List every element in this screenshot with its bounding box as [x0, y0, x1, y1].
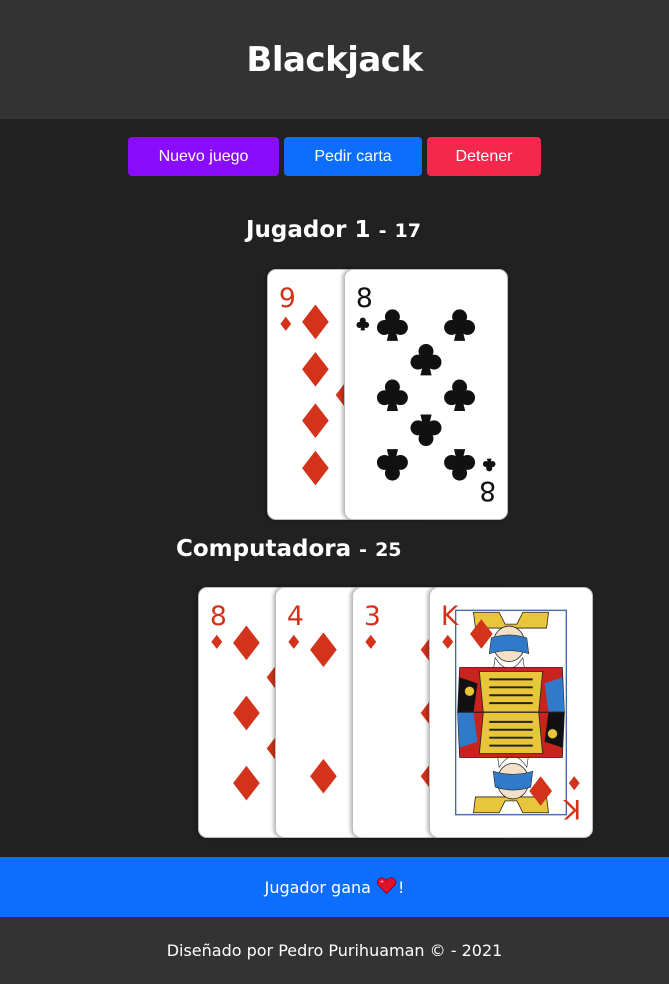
stop-button[interactable]: Detener — [427, 137, 541, 176]
computer-title: Computadora - 25 — [176, 536, 402, 562]
computer-card-k-diamonds: K K — [429, 587, 593, 838]
page-footer: Diseñado por Pedro Purihuaman © - 2021 — [0, 917, 669, 984]
computer-name: Computadora — [176, 536, 352, 562]
new-game-button[interactable]: Nuevo juego — [128, 137, 279, 176]
computer-hand: 8 8 4 4 3 3 — [198, 587, 594, 838]
player-name: Jugador 1 — [246, 217, 371, 243]
svg-text:8: 8 — [479, 475, 496, 506]
heart-icon — [377, 876, 396, 898]
svg-text:3: 3 — [364, 601, 381, 632]
result-text: Jugador gana — [264, 877, 371, 897]
app-header: Blackjack — [0, 0, 669, 119]
svg-text:9: 9 — [279, 283, 296, 314]
svg-text:K: K — [562, 793, 581, 824]
hit-button[interactable]: Pedir carta — [284, 137, 422, 176]
player-hand: 9 9 8 8 — [267, 269, 509, 520]
player-card-8-clubs: 8 8 — [344, 269, 508, 520]
computer-points: 25 — [375, 539, 402, 561]
svg-text:8: 8 — [210, 601, 227, 632]
computer-separator: - — [359, 539, 368, 561]
player-points: 17 — [394, 220, 421, 242]
result-banner: Jugador gana ! — [0, 857, 669, 917]
svg-text:8: 8 — [356, 283, 373, 314]
svg-text:K: K — [441, 601, 460, 632]
footer-credit: Diseñado por Pedro Purihuaman © - 2021 — [166, 941, 503, 960]
player-separator: - — [378, 220, 387, 242]
player-title: Jugador 1 - 17 — [246, 217, 421, 243]
page-title: Blackjack — [246, 39, 423, 80]
result-exclamation: ! — [397, 877, 405, 897]
svg-text:4: 4 — [287, 601, 304, 632]
game-controls: Nuevo juego Pedir carta Detener — [0, 137, 669, 176]
